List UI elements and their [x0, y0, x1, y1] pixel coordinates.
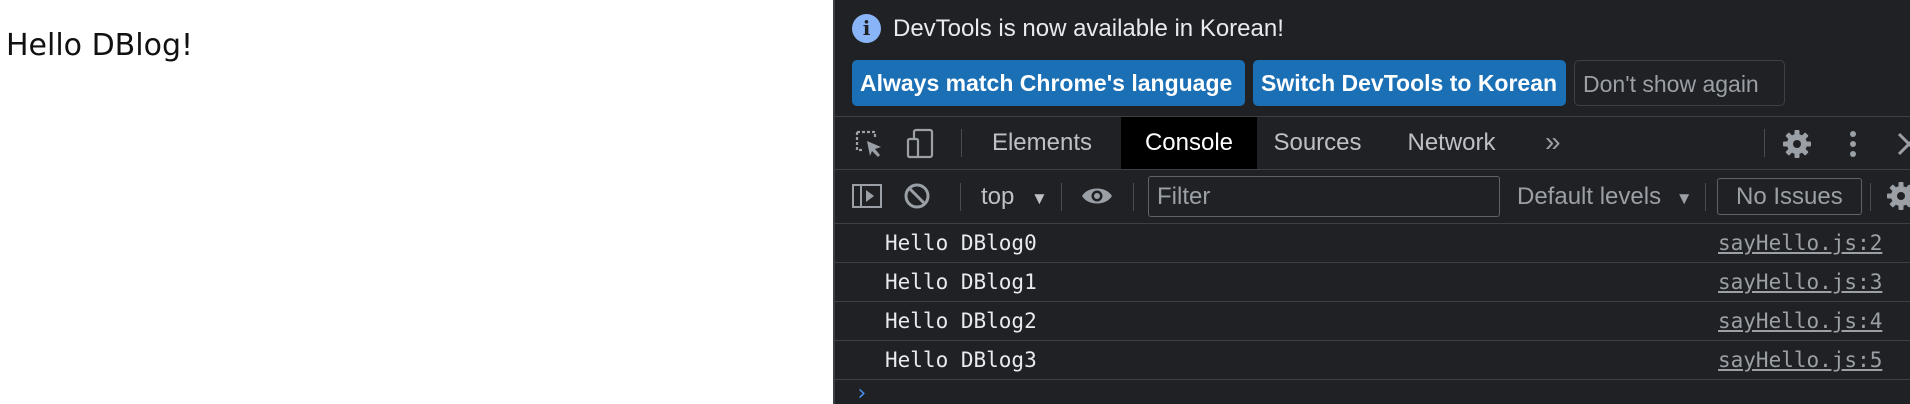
console-settings-gear-icon[interactable] [1885, 180, 1910, 212]
switch-to-korean-button[interactable]: Switch DevTools to Korean [1253, 60, 1566, 106]
console-message-text: Hello DBlog3 [885, 348, 1037, 372]
close-devtools-icon[interactable] [1893, 128, 1910, 160]
tab-sources[interactable]: Sources [1260, 117, 1375, 169]
console-message-text: Hello DBlog2 [885, 309, 1037, 333]
live-expression-eye-icon[interactable] [1081, 180, 1113, 212]
device-toolbar-icon[interactable] [905, 128, 937, 160]
context-selector-label: top [981, 183, 1015, 210]
console-output: Hello DBlog0 sayHello.js:2 Hello DBlog1 … [835, 224, 1910, 404]
context-selector[interactable]: top ▼ [981, 170, 1048, 223]
tab-network[interactable]: Network [1394, 117, 1509, 169]
source-link[interactable]: sayHello.js:5 [1718, 341, 1882, 379]
clear-console-icon[interactable] [901, 180, 933, 212]
log-levels-dropdown[interactable]: Default levels ▼ [1517, 170, 1693, 223]
chevron-down-icon: ▼ [1031, 189, 1048, 208]
source-link[interactable]: sayHello.js:2 [1718, 224, 1882, 262]
toolbar-divider [960, 183, 961, 211]
infobar-message: DevTools is now available in Korean! [893, 15, 1284, 42]
source-link[interactable]: sayHello.js:3 [1718, 263, 1882, 301]
toolbar-divider [1870, 183, 1871, 211]
issues-button[interactable]: No Issues [1717, 178, 1862, 215]
page-heading-text: Hello DBlog! [6, 28, 194, 63]
more-options-icon[interactable] [1837, 128, 1869, 160]
tab-elements[interactable]: Elements [982, 117, 1102, 169]
devtools-panel: i DevTools is now available in Korean! A… [833, 0, 1910, 404]
console-message-row: Hello DBlog0 sayHello.js:2 [835, 224, 1910, 263]
show-sidebar-icon[interactable] [851, 180, 883, 212]
info-icon: i [852, 14, 881, 43]
console-message-row: Hello DBlog2 sayHello.js:4 [835, 302, 1910, 341]
console-message-text: Hello DBlog1 [885, 270, 1037, 294]
inspect-element-icon[interactable] [853, 128, 885, 160]
dont-show-again-button[interactable]: Don't show again [1574, 60, 1785, 106]
toolbar-divider [961, 129, 962, 157]
console-message-text: Hello DBlog0 [885, 231, 1037, 255]
toolbar-divider [1133, 183, 1134, 211]
chevron-down-icon: ▼ [1675, 189, 1693, 208]
language-infobar: i DevTools is now available in Korean! A… [835, 0, 1910, 117]
console-toolbar: top ▼ Filter Default levels ▼ No Issues [835, 170, 1910, 224]
console-message-row: Hello DBlog1 sayHello.js:3 [835, 263, 1910, 302]
toolbar-divider [1705, 183, 1706, 211]
console-prompt-icon[interactable]: › [855, 381, 868, 404]
devtools-tabbar: Elements Console Sources Network » [835, 117, 1910, 170]
always-match-language-button[interactable]: Always match Chrome's language [852, 60, 1245, 106]
settings-gear-icon[interactable] [1781, 128, 1813, 160]
more-tabs-icon[interactable]: » [1545, 117, 1561, 169]
source-link[interactable]: sayHello.js:4 [1718, 302, 1882, 340]
filter-input[interactable]: Filter [1148, 176, 1500, 217]
tab-console[interactable]: Console [1121, 117, 1257, 169]
web-page: Hello DBlog! [0, 0, 833, 404]
toolbar-divider [1061, 183, 1062, 211]
console-message-row: Hello DBlog3 sayHello.js:5 [835, 341, 1910, 380]
toolbar-divider [1764, 129, 1765, 157]
log-levels-label: Default levels [1517, 183, 1662, 210]
